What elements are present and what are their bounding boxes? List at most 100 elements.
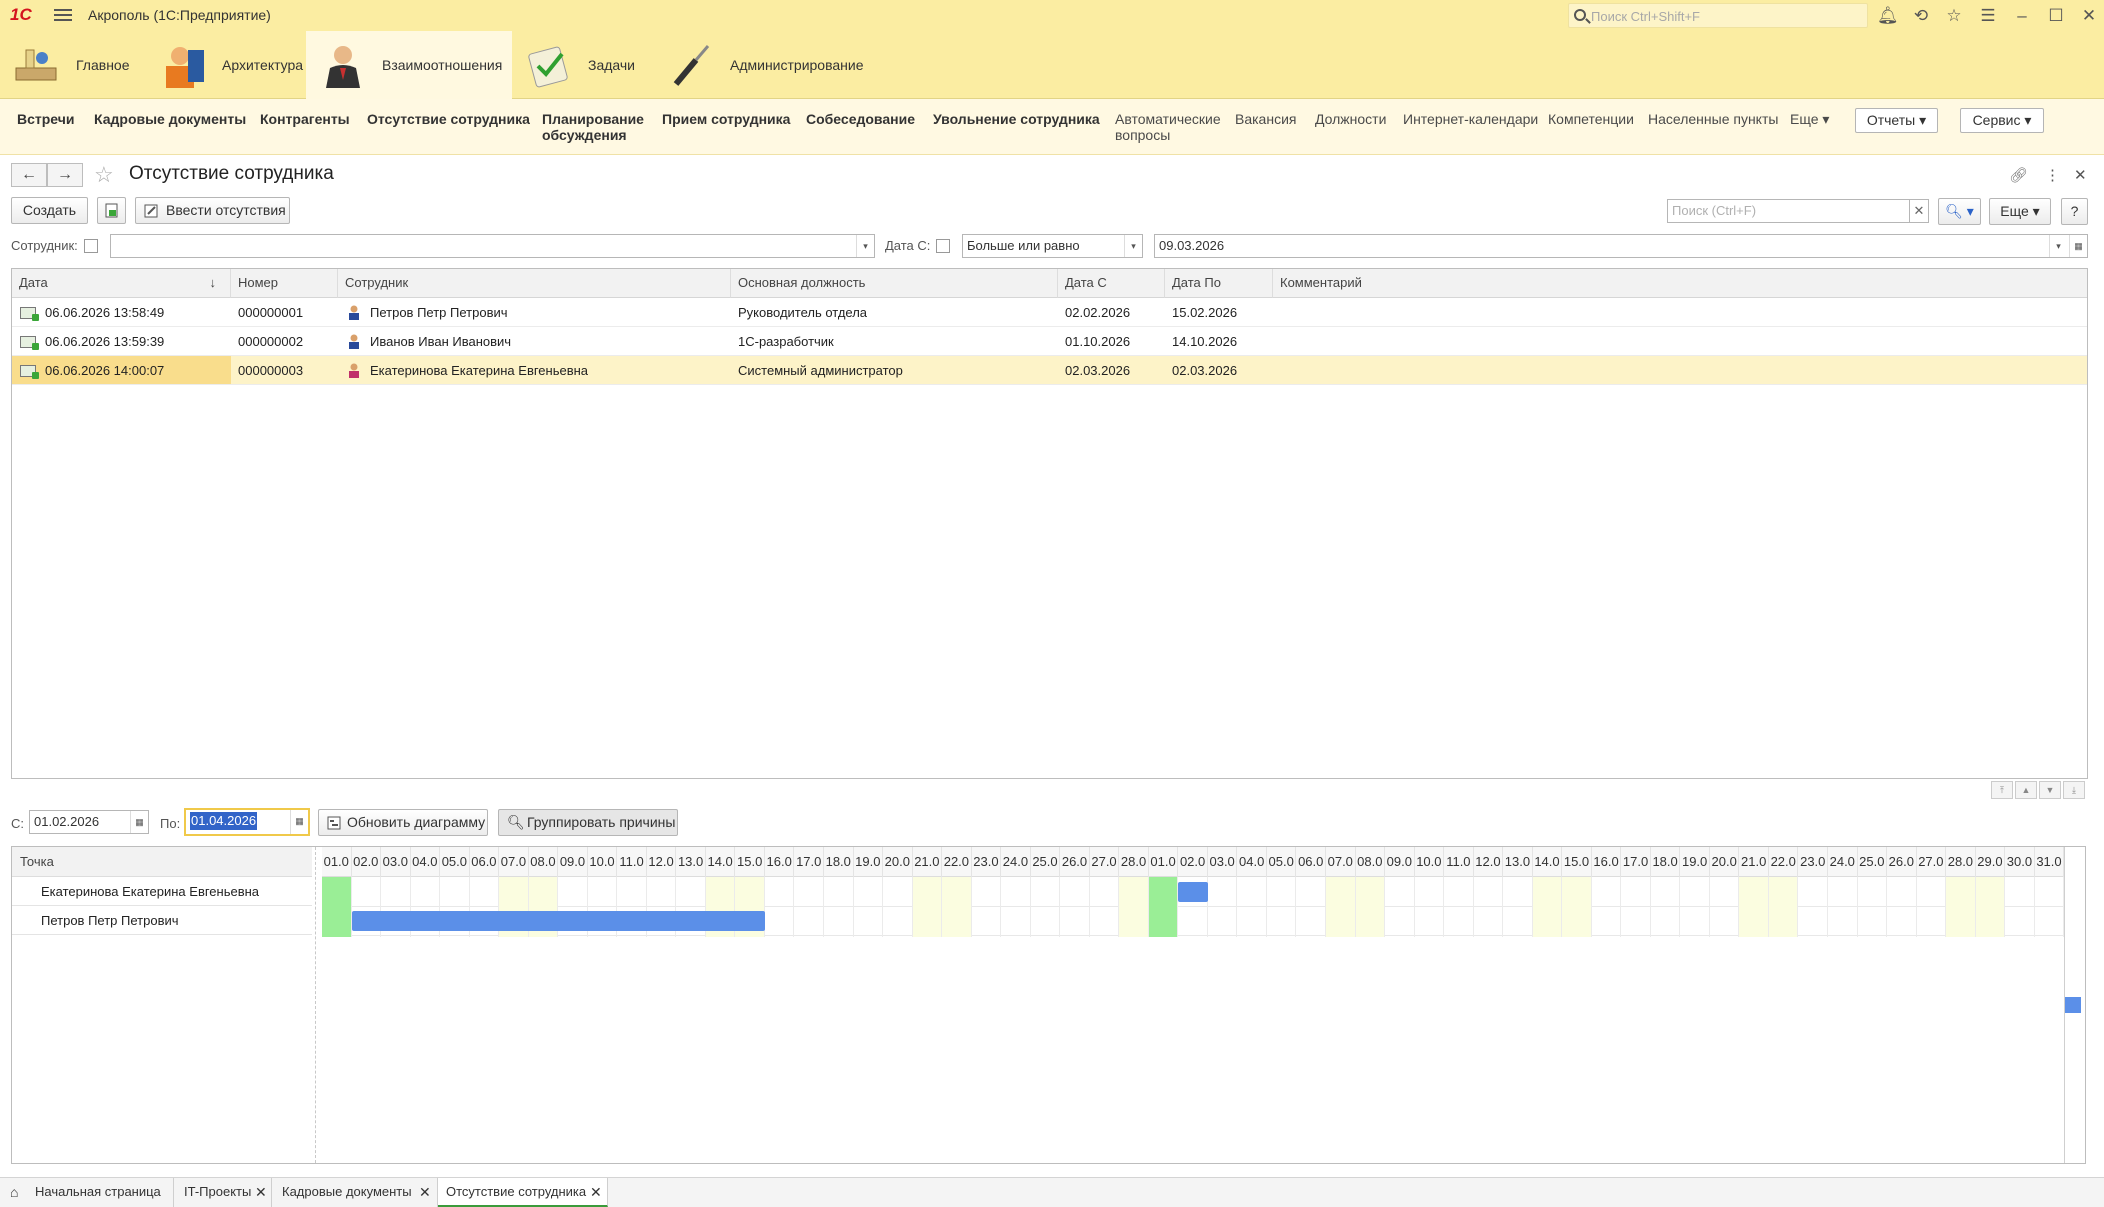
scroll-bottom-button[interactable]: ⤓: [2063, 781, 2085, 799]
service-button[interactable]: Сервис ▾: [1960, 108, 2044, 133]
column-header-date-from[interactable]: Дата С: [1058, 269, 1165, 298]
help-button[interactable]: ?: [2061, 198, 2088, 225]
fn-competencies[interactable]: Компетенции: [1548, 111, 1634, 127]
scroll-down-button[interactable]: ▼: [2039, 781, 2061, 799]
vertical-scroll-marker[interactable]: [2065, 997, 2081, 1013]
absence-bar[interactable]: [351, 911, 765, 931]
reports-button[interactable]: Отчеты ▾: [1855, 108, 1938, 133]
section-architecture[interactable]: Архитектура: [146, 31, 306, 99]
main-menu-icon[interactable]: [54, 6, 72, 24]
close-window-icon[interactable]: ✕: [2079, 6, 2099, 26]
day-column: [1858, 877, 1888, 937]
scroll-top-button[interactable]: ⤒: [1991, 781, 2013, 799]
period-to-input[interactable]: 01.04.2026 ▦: [184, 808, 310, 836]
day-header: 19.0: [1680, 847, 1710, 877]
section-tasks[interactable]: Задачи: [512, 31, 652, 99]
tab-home[interactable]: ⌂ Начальная страница: [0, 1178, 174, 1207]
refresh-diagram-button[interactable]: Обновить диаграмму: [318, 809, 488, 836]
title-bar: 1С Акрополь (1С:Предприятие) Поиск Ctrl+…: [0, 0, 2104, 31]
dropdown-icon[interactable]: ▾: [856, 235, 874, 257]
table-row[interactable]: 06.06.2026 13:58:49 000000001 Петров Пет…: [12, 298, 2087, 327]
dropdown-icon[interactable]: ▾: [2049, 235, 2067, 257]
app-title: Акрополь (1С:Предприятие): [88, 7, 271, 23]
back-button[interactable]: ←: [11, 163, 47, 187]
calendar-icon[interactable]: ▦: [2069, 235, 2087, 257]
more-actions-icon[interactable]: ⋮: [2045, 166, 2060, 184]
fn-more[interactable]: Еще ▾: [1790, 111, 1829, 127]
section-admin[interactable]: Администрирование: [654, 31, 864, 99]
forward-button[interactable]: →: [47, 163, 83, 187]
section-label: Задачи: [588, 57, 636, 73]
fn-auto-questions[interactable]: Автоматические вопросы: [1115, 111, 1221, 143]
column-header-number[interactable]: Номер: [231, 269, 338, 298]
fn-contractors[interactable]: Контрагенты: [260, 111, 350, 127]
fn-localities[interactable]: Населенные пункты: [1648, 111, 1778, 127]
table-row[interactable]: 06.06.2026 13:59:39 000000002 Иванов Ива…: [12, 327, 2087, 356]
history-icon[interactable]: ⟲: [1911, 6, 1931, 26]
list-search-input[interactable]: Поиск (Ctrl+F): [1667, 199, 1910, 223]
search-button[interactable]: 🔍︎ ▾: [1938, 198, 1981, 225]
scroll-up-button[interactable]: ▲: [2015, 781, 2037, 799]
section-relations[interactable]: Взаимоотношения: [306, 31, 512, 99]
period-from-input[interactable]: 01.02.2026 ▦: [29, 810, 149, 834]
cell-position: 1С-разработчик: [738, 334, 834, 349]
column-header-comment[interactable]: Комментарий: [1273, 269, 2087, 298]
tab-it-projects[interactable]: IT-Проекты ✕: [174, 1178, 272, 1207]
column-header-date-to[interactable]: Дата По: [1165, 269, 1273, 298]
day-column: [322, 877, 352, 937]
absence-bar[interactable]: [1178, 882, 1208, 902]
settings-menu-icon[interactable]: ☰: [1978, 6, 1998, 26]
calendar-icon[interactable]: ▦: [130, 811, 148, 833]
more-button[interactable]: Еще ▾: [1989, 198, 2051, 225]
link-icon[interactable]: 🔗︎: [2009, 166, 2028, 184]
group-reasons-button[interactable]: 🔍︎ Группировать причины: [498, 809, 678, 836]
favorite-star-icon[interactable]: ☆: [94, 162, 114, 188]
fn-dismissal[interactable]: Увольнение сотрудника: [933, 111, 1100, 127]
section-main[interactable]: Главное: [0, 31, 140, 99]
close-tab-icon[interactable]: ✕: [590, 1178, 602, 1206]
clear-search-icon[interactable]: ✕: [1909, 199, 1929, 223]
calendar-icon[interactable]: ▦: [290, 810, 308, 834]
fn-interview[interactable]: Собеседование: [806, 111, 915, 127]
column-header-position[interactable]: Основная должность: [731, 269, 1058, 298]
condition-select[interactable]: Больше или равно ▾: [962, 234, 1143, 258]
splitter[interactable]: [315, 847, 316, 1163]
fn-absence[interactable]: Отсутствие сотрудника: [367, 111, 530, 127]
employee-filter-input[interactable]: ▾: [110, 234, 875, 258]
bell-icon[interactable]: 🔔︎: [1877, 6, 1899, 26]
column-header-employee[interactable]: Сотрудник: [338, 269, 731, 298]
employee-filter-checkbox[interactable]: [84, 239, 98, 253]
star-icon[interactable]: ☆: [1944, 6, 1964, 26]
column-header-date[interactable]: Дата ↓: [12, 269, 231, 298]
tasks-icon: [524, 40, 574, 90]
enter-absences-button[interactable]: Ввести отсутствия: [135, 197, 290, 224]
fn-calendars[interactable]: Интернет-календари: [1403, 111, 1538, 127]
fn-vacancy[interactable]: Вакансия: [1235, 111, 1296, 127]
tab-employee-absence[interactable]: Отсутствие сотрудника ✕: [438, 1178, 608, 1207]
fn-meetings[interactable]: Встречи: [17, 111, 74, 127]
gantt-row-label[interactable]: Екатеринова Екатерина Евгеньевна: [12, 877, 312, 906]
date-filter-checkbox[interactable]: [936, 239, 950, 253]
copy-button[interactable]: [97, 197, 126, 224]
fn-planning[interactable]: Планирование обсуждения: [542, 111, 644, 143]
close-tab-icon[interactable]: ✕: [255, 1178, 267, 1206]
maximize-icon[interactable]: ☐: [2046, 6, 2066, 26]
close-form-icon[interactable]: ✕: [2074, 166, 2087, 184]
tab-hr-documents[interactable]: Кадровые документы ✕: [272, 1178, 438, 1207]
minimize-icon[interactable]: –: [2012, 6, 2032, 26]
fn-hr-docs[interactable]: Кадровые документы: [94, 111, 246, 127]
global-search-input[interactable]: Поиск Ctrl+Shift+F: [1568, 3, 1868, 28]
day-header: 21.0: [1739, 847, 1769, 877]
day-column: [1031, 877, 1061, 937]
close-tab-icon[interactable]: ✕: [419, 1178, 431, 1206]
cell-date: 06.06.2026 13:59:39: [45, 334, 165, 349]
gantt-row-label[interactable]: Петров Петр Петрович: [12, 906, 312, 935]
section-label: Взаимоотношения: [382, 57, 503, 73]
create-button[interactable]: Создать: [11, 197, 88, 224]
table-row-selected[interactable]: 06.06.2026 14:00:07 000000003 Екатеринов…: [12, 356, 2087, 385]
fn-positions[interactable]: Должности: [1315, 111, 1386, 127]
date-filter-input[interactable]: 09.03.2026 ▾ ▦: [1154, 234, 2088, 258]
dropdown-icon[interactable]: ▾: [1124, 235, 1142, 257]
fn-hiring[interactable]: Прием сотрудника: [662, 111, 790, 127]
cell-comment: [1273, 298, 1280, 327]
